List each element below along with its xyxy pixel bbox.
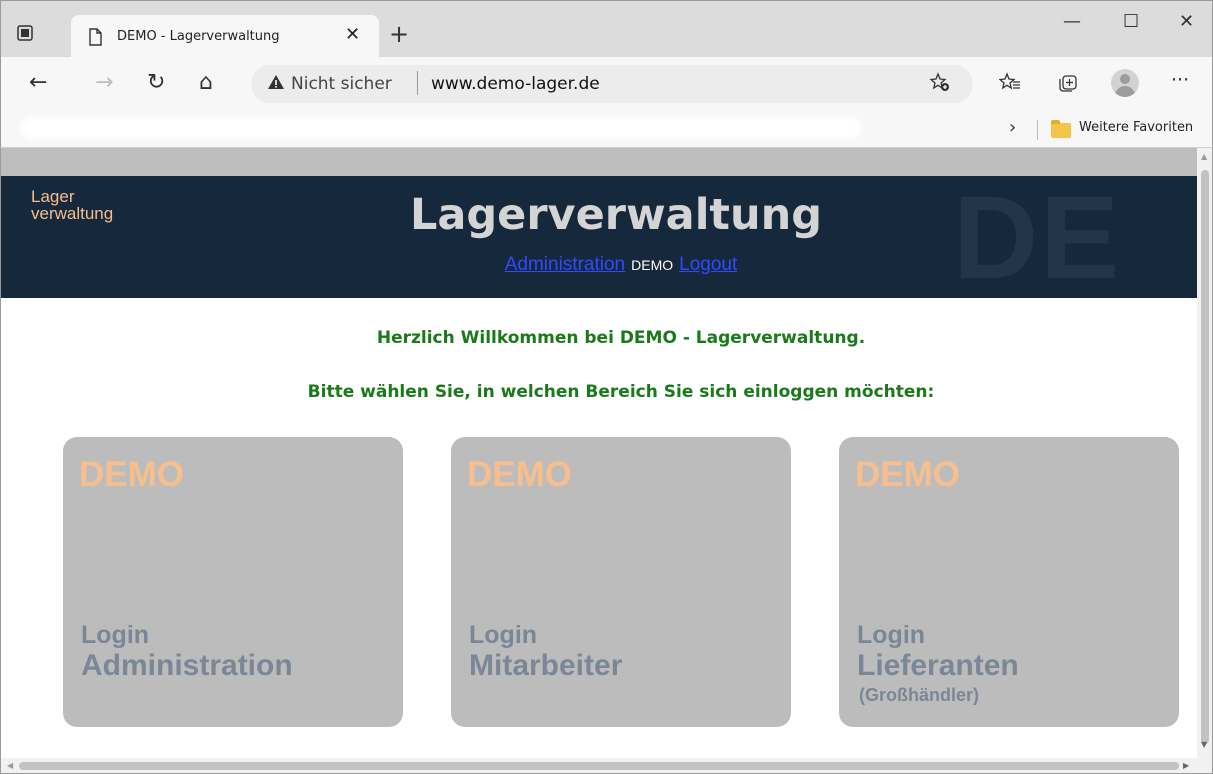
window-close-icon[interactable]: ✕ xyxy=(1179,11,1194,32)
card-area-label: Lieferanten xyxy=(857,649,1019,682)
horizontal-scrollbar[interactable]: ◀ ▶ xyxy=(0,758,1213,774)
login-administration-card[interactable]: DEMO Login Administration xyxy=(63,437,403,727)
chevron-right-icon[interactable]: › xyxy=(1009,117,1016,138)
scroll-up-icon[interactable]: ▲ xyxy=(1201,152,1207,161)
top-strip xyxy=(1,148,1197,176)
favorites-bar: › Weitere Favoriten xyxy=(0,111,1213,148)
tab-actions-icon[interactable] xyxy=(15,23,37,45)
vertical-scrollbar[interactable]: ▲ ▼ xyxy=(1197,148,1213,758)
tab-title: DEMO - Lagerverwaltung xyxy=(117,29,280,44)
card-badge: DEMO xyxy=(855,455,960,494)
card-badge: DEMO xyxy=(467,455,572,494)
home-icon[interactable]: ⌂ xyxy=(199,69,213,97)
folder-icon xyxy=(1051,120,1071,138)
header-banner: Lager verwaltung DE Lagerverwaltung Admi… xyxy=(1,176,1197,298)
card-sub-label: (Großhändler) xyxy=(859,685,979,705)
header-nav: Administration DEMO Logout xyxy=(1,254,1197,276)
choose-area-text: Bitte wählen Sie, in welchen Bereich Sie… xyxy=(307,382,935,402)
tab-active[interactable]: DEMO - Lagerverwaltung ✕ xyxy=(71,15,379,58)
scroll-left-icon[interactable]: ◀ xyxy=(7,761,13,770)
card-badge: DEMO xyxy=(79,455,184,494)
page-viewport: Lager verwaltung DE Lagerverwaltung Admi… xyxy=(0,148,1197,758)
collections-icon[interactable] xyxy=(1057,71,1079,98)
card-login-label: Login xyxy=(469,621,538,649)
page-icon xyxy=(85,27,105,47)
security-label[interactable]: Nicht sicher xyxy=(291,74,392,94)
url-divider xyxy=(417,71,418,95)
scroll-down-icon[interactable]: ▼ xyxy=(1201,740,1207,749)
profile-avatar[interactable] xyxy=(1111,69,1139,97)
address-bar: ← → ↻ ⌂ Nicht sicher www.demo-lager.de ·… xyxy=(0,57,1213,111)
minimize-icon[interactable]: — xyxy=(1063,11,1081,32)
welcome-text: Herzlich Willkommen bei DEMO - Lagerverw… xyxy=(376,328,866,348)
card-area-label: Mitarbeiter xyxy=(469,649,623,682)
url-text[interactable]: www.demo-lager.de xyxy=(431,74,600,94)
scroll-right-icon[interactable]: ▶ xyxy=(1183,761,1189,770)
forward-icon[interactable]: → xyxy=(95,69,113,97)
blurred-favorites xyxy=(21,117,861,139)
logout-link[interactable]: Logout xyxy=(679,254,737,275)
favorites-icon[interactable] xyxy=(998,71,1021,98)
new-tab-icon[interactable]: + xyxy=(389,22,409,46)
tab-close-icon[interactable]: ✕ xyxy=(345,25,360,45)
more-icon[interactable]: ··· xyxy=(1171,69,1189,91)
favorites-divider xyxy=(1037,120,1038,140)
horizontal-scroll-thumb[interactable] xyxy=(19,762,1179,770)
url-bar[interactable]: Nicht sicher www.demo-lager.de xyxy=(251,65,973,103)
reload-icon[interactable]: ↻ xyxy=(147,69,165,97)
tab-bar: DEMO - Lagerverwaltung ✕ + — ☐ ✕ xyxy=(0,0,1213,58)
warning-icon[interactable] xyxy=(267,73,285,96)
card-login-label: Login xyxy=(81,621,150,649)
maximize-icon[interactable]: ☐ xyxy=(1123,11,1139,32)
demo-label: DEMO xyxy=(631,257,674,273)
administration-link[interactable]: Administration xyxy=(505,254,625,275)
favorites-folder-link[interactable]: Weitere Favoriten xyxy=(1079,120,1193,135)
login-lieferanten-card[interactable]: DEMO Login Lieferanten (Großhändler) xyxy=(839,437,1179,727)
card-login-label: Login xyxy=(857,621,926,649)
add-favorite-icon[interactable] xyxy=(929,71,951,98)
card-area-label: Administration xyxy=(81,649,293,682)
login-mitarbeiter-card[interactable]: DEMO Login Mitarbeiter xyxy=(451,437,791,727)
back-icon[interactable]: ← xyxy=(29,69,47,97)
page-title: Lagerverwaltung xyxy=(409,190,822,240)
vertical-scroll-thumb[interactable] xyxy=(1201,170,1209,744)
